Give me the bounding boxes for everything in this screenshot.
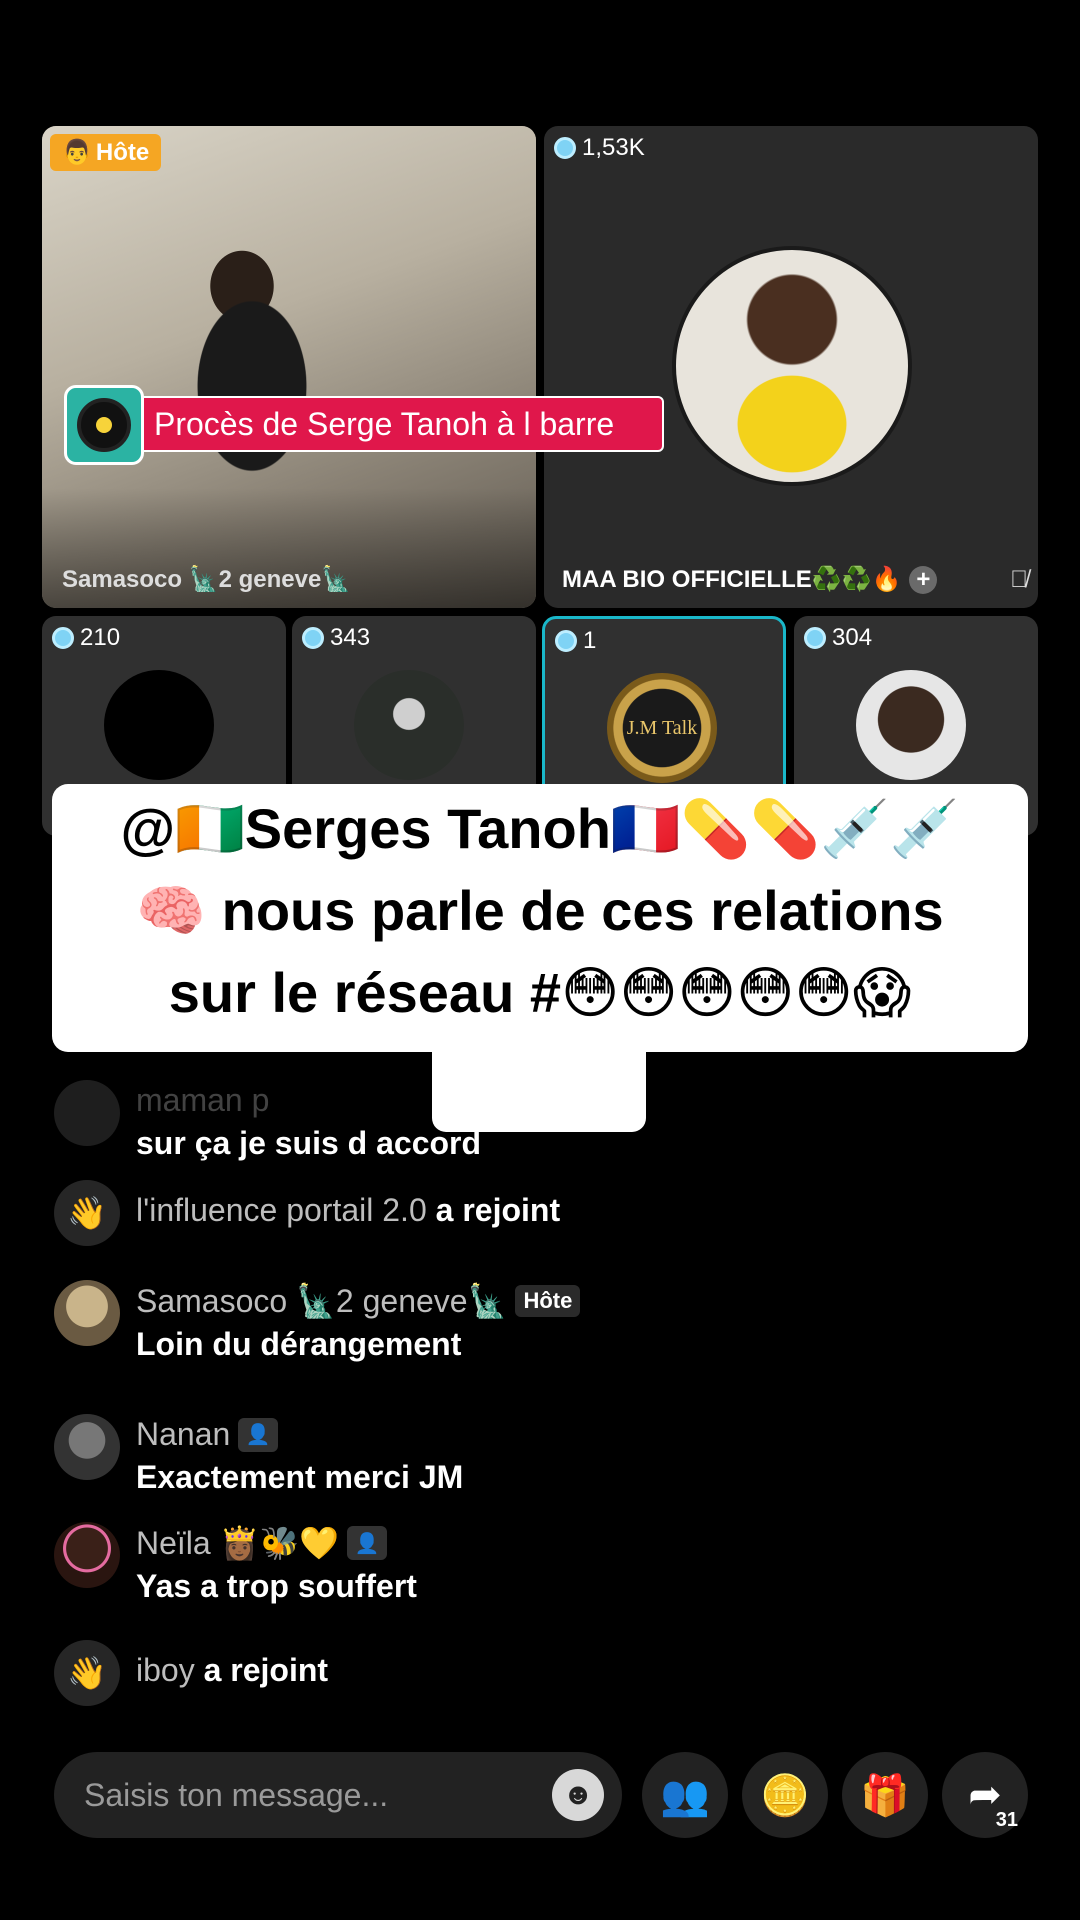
coin-badge: 1 (555, 627, 596, 655)
coin-icon (302, 627, 324, 649)
avatar[interactable] (54, 1414, 120, 1480)
bottom-bar: Saisis ton message... ☻ 👥 🪙 🎁 ➦ 31 (54, 1752, 1034, 1838)
wave-hand-icon: 👋 (54, 1640, 120, 1706)
caption-text: @🇨🇮Serges Tanoh🇫🇷💊💊💉💉 🧠 nous parle de ce… (120, 797, 960, 1024)
wave-hand-icon: 👋 (54, 1180, 120, 1246)
subscriber-icon: 👤 (347, 1526, 388, 1560)
guest-tile-main[interactable]: 1,53K MAA BIO OFFICIELLE♻️♻️🔥 + 🎙̸ (544, 126, 1038, 608)
coin-icon (555, 630, 577, 652)
vinyl-disc-icon (64, 385, 144, 465)
message-input[interactable]: Saisis ton message... ☻ (54, 1752, 622, 1838)
chat-text: Exactement merci JM (136, 1459, 464, 1495)
guest-avatar[interactable] (856, 670, 966, 780)
chat-text: sur ça je suis d accord (136, 1125, 482, 1161)
coin-icon (804, 627, 826, 649)
chat-username[interactable]: Samasoco 🗽2 geneve🗽 (136, 1282, 507, 1320)
host-tag: Hôte (515, 1285, 581, 1317)
emoji-icon[interactable]: ☻ (552, 1769, 604, 1821)
coin-discount-icon: 🪙 (760, 1773, 810, 1818)
guests-button[interactable]: 👥 (642, 1752, 728, 1838)
coin-badge: 210 (52, 624, 120, 652)
people-icon: 👥 (660, 1773, 710, 1818)
chat-username[interactable]: l'influence portail 2.0 (136, 1192, 427, 1228)
music-banner[interactable]: Procès de Serge Tanoh à l barre (64, 385, 664, 465)
chat-username[interactable]: iboy (136, 1652, 195, 1688)
chat-username[interactable]: Neïla 👸🏾🐝💛 (136, 1524, 339, 1562)
coin-icon (52, 627, 74, 649)
coin-icon (554, 137, 576, 159)
avatar[interactable] (54, 1080, 120, 1146)
guest-avatar[interactable] (354, 670, 464, 780)
follow-plus-icon[interactable]: + (909, 565, 938, 594)
coin-badge: 343 (302, 624, 370, 652)
guest-name: MAA BIO OFFICIELLE♻️♻️🔥 (562, 566, 902, 593)
avatar[interactable] (54, 1522, 120, 1588)
chat-text: Yas a trop souffert (136, 1568, 417, 1604)
mic-muted-icon: 🎙̸ (1010, 566, 1028, 593)
host-video-tile[interactable]: 👨 Hôte Samasoco 🗽2 geneve🗽 (42, 126, 536, 608)
music-title: Procès de Serge Tanoh à l barre (154, 405, 615, 442)
coin-badge: 1,53K (554, 134, 645, 162)
avatar[interactable] (54, 1280, 120, 1346)
guest-avatar[interactable]: J.M Talk (607, 673, 717, 783)
guest-avatar[interactable] (672, 246, 912, 486)
host-icon: 👨 (62, 139, 92, 166)
gift-button[interactable]: 🎁 (842, 1752, 928, 1838)
chat-username[interactable]: maman p (136, 1082, 481, 1119)
guest-avatar[interactable] (104, 670, 214, 780)
coupon-button[interactable]: 🪙 (742, 1752, 828, 1838)
share-count: 31 (995, 1809, 1018, 1831)
caption-text-tail: 😱😱 (480, 1049, 598, 1112)
chat-text: Loin du dérangement (136, 1326, 462, 1362)
subscriber-icon: 👤 (238, 1417, 279, 1452)
share-button[interactable]: ➦ 31 (942, 1752, 1028, 1838)
chat-username[interactable]: Nanan (136, 1416, 230, 1453)
gift-icon: 🎁 (860, 1773, 910, 1818)
host-badge: 👨 Hôte (50, 134, 162, 171)
guest-name-row: MAA BIO OFFICIELLE♻️♻️🔥 + (562, 565, 938, 594)
host-name: Samasoco 🗽2 geneve🗽 (62, 566, 352, 593)
coin-badge: 304 (804, 624, 872, 652)
